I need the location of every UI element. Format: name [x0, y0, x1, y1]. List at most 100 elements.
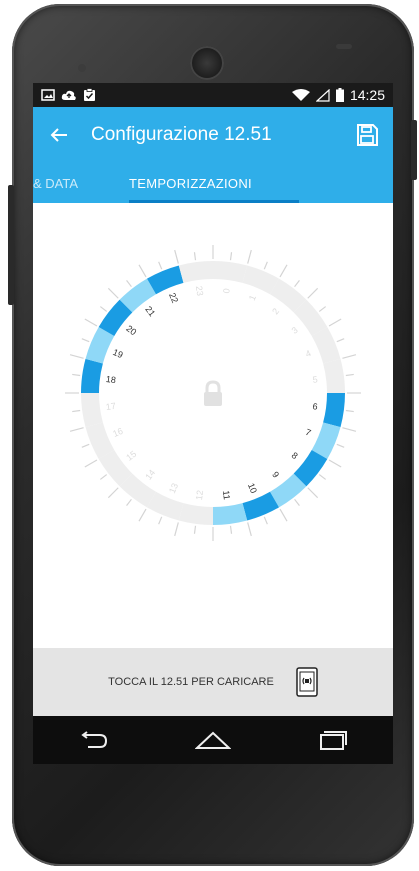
- dial-hour-label: 5: [312, 374, 318, 385]
- dial-segment-5[interactable]: [323, 358, 345, 393]
- dial-tick: [345, 373, 354, 377]
- dial-tick: [72, 409, 81, 413]
- clipboard-check-icon: [84, 88, 95, 101]
- dial-hour-label: 22: [167, 291, 180, 304]
- dial-tick: [107, 287, 119, 299]
- dial-segment-18[interactable]: [81, 358, 103, 393]
- lock-icon: [204, 380, 222, 406]
- dial-hour-label: 1: [247, 294, 258, 302]
- signal-icon: [315, 88, 330, 102]
- earpiece-speaker: [190, 46, 224, 80]
- status-time: 14:25: [349, 87, 385, 103]
- wifi-icon: [291, 88, 310, 101]
- dial-tick: [263, 261, 268, 270]
- dial-tick: [138, 264, 147, 278]
- dial-segment-11[interactable]: [213, 503, 248, 525]
- dial-tick: [84, 318, 98, 327]
- dial-tick: [318, 474, 327, 480]
- dial-hour-label: 9: [270, 470, 281, 480]
- dial-hour-label: 16: [111, 426, 124, 439]
- dial-tick: [158, 261, 163, 270]
- dial-tick: [294, 279, 300, 288]
- volume-button: [8, 185, 14, 305]
- back-nav-icon[interactable]: [73, 725, 113, 755]
- dial-tick: [126, 279, 132, 288]
- dial-hour-label: 17: [105, 401, 116, 412]
- dial-hour-label: 12: [194, 490, 205, 501]
- timer-content: 0 1 2 3 4 5 6 7 8 9 10 11 12 13 14 15 16 17 18 19 20 21 22 23: [33, 203, 393, 648]
- arrow-left-icon[interactable]: [47, 123, 71, 147]
- load-instruction: TOCCA IL 12.51 PER CARICARE: [108, 676, 274, 688]
- dial-tick: [174, 522, 179, 537]
- dial-tick: [307, 487, 319, 499]
- dial-segment-6[interactable]: [323, 393, 345, 428]
- cloud-upload-icon: [61, 90, 76, 100]
- dial-hour-label: 10: [246, 482, 259, 495]
- dial-segment-12[interactable]: [178, 503, 213, 525]
- dial-tick: [247, 249, 252, 264]
- image-icon: [41, 89, 55, 101]
- dial-tick: [342, 354, 357, 359]
- dial-hour-label: 13: [167, 482, 180, 495]
- tab-data[interactable]: & DATA: [33, 176, 78, 191]
- dial-hour-label: 2: [270, 306, 281, 316]
- nfc-phone-icon: [296, 667, 318, 697]
- dial-tick: [342, 427, 357, 432]
- dial-hour-label: 6: [312, 401, 318, 412]
- dial-tick: [81, 338, 90, 343]
- dial-tick: [279, 264, 288, 278]
- timer-dial[interactable]: 01234567891011121314151617181920212223: [33, 203, 393, 648]
- status-bar: 14:25: [33, 83, 393, 107]
- dial-hour-label: 21: [143, 304, 157, 318]
- dial-tick: [328, 318, 342, 327]
- tab-bar: & DATA TEMPORIZZAZIONI: [33, 163, 393, 203]
- dial-hour-label: 3: [290, 325, 300, 336]
- dial-hour-label: 18: [105, 374, 116, 385]
- dial-hour-label: 20: [124, 323, 138, 337]
- dial-tick: [336, 338, 345, 343]
- navigation-bar: [33, 716, 393, 764]
- dial-tick: [138, 508, 147, 522]
- dial-tick: [69, 427, 84, 432]
- dial-hour-label: 0: [221, 288, 232, 294]
- dial-hour-label: 23: [194, 285, 205, 296]
- dial-segment-17[interactable]: [81, 393, 103, 428]
- page-title: Configurazione 12.51: [91, 124, 272, 145]
- dial-segment-0[interactable]: [213, 261, 248, 283]
- dial-hour-label: 4: [304, 348, 312, 359]
- battery-icon: [335, 88, 344, 102]
- dial-tick: [279, 508, 288, 522]
- dial-tick: [107, 487, 119, 499]
- dial-hour-label: 14: [143, 468, 157, 482]
- dial-hour-label: 15: [124, 449, 138, 463]
- dial-tick: [247, 522, 252, 537]
- dial-tick: [294, 498, 300, 507]
- tab-temporizzazioni[interactable]: TEMPORIZZAZIONI: [129, 176, 252, 191]
- dial-tick: [126, 498, 132, 507]
- dial-tick: [345, 409, 354, 413]
- home-nav-icon[interactable]: [193, 725, 233, 755]
- dial-tick: [193, 252, 197, 261]
- front-sensor: [78, 64, 86, 72]
- dial-hour-label: 7: [304, 427, 312, 438]
- dial-segment-23[interactable]: [178, 261, 213, 283]
- recents-nav-icon[interactable]: [313, 725, 353, 755]
- dial-tick: [81, 443, 90, 448]
- load-action-bar[interactable]: TOCCA IL 12.51 PER CARICARE: [33, 648, 393, 716]
- dial-tick: [99, 306, 108, 312]
- dial-tick: [193, 525, 197, 534]
- dial-tick: [336, 443, 345, 448]
- notification-icons: [41, 88, 96, 102]
- save-icon[interactable]: [355, 123, 379, 147]
- dial-tick: [158, 516, 163, 525]
- dial-tick: [69, 354, 84, 359]
- dial-tick: [72, 373, 81, 377]
- dial-tick: [328, 459, 342, 468]
- dial-tick: [174, 249, 179, 264]
- screen: 14:25 Configurazione 12.51 & DATA TEMPOR…: [33, 83, 393, 743]
- dial-tick: [99, 474, 108, 480]
- dial-tick: [229, 252, 233, 261]
- app-bar: Configurazione 12.51: [33, 107, 393, 163]
- dial-tick: [318, 306, 327, 312]
- dial-tick: [307, 287, 319, 299]
